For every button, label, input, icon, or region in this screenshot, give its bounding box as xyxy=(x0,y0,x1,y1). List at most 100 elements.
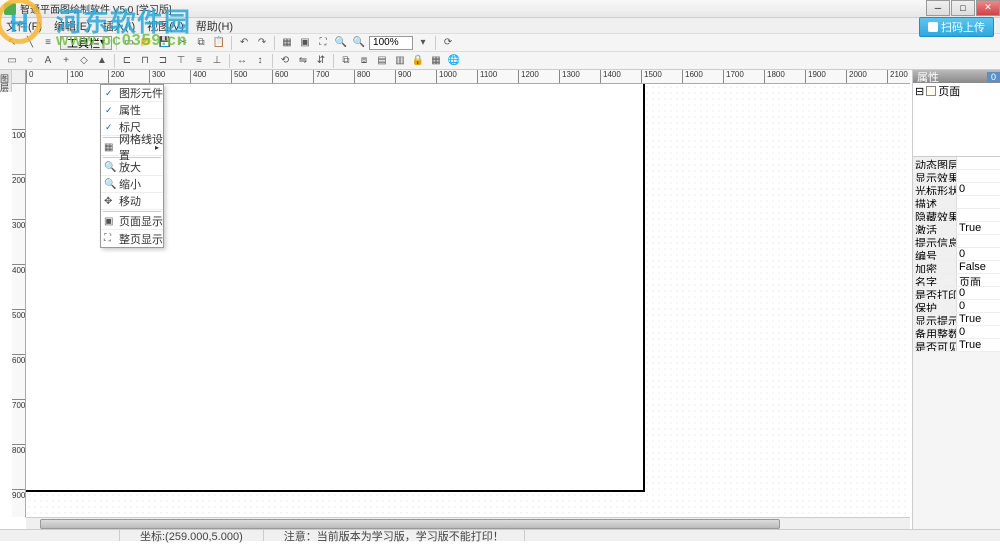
tool-zoomout-icon[interactable]: 🔍 xyxy=(333,35,349,51)
tool-full-icon[interactable]: ⛶ xyxy=(315,35,331,51)
tool-ungroup-icon[interactable]: ⧈ xyxy=(356,53,372,69)
prop-value[interactable]: 0 xyxy=(957,300,1000,312)
tool-rotate-icon[interactable]: ⟲ xyxy=(277,53,293,69)
prop-row[interactable]: 动态图层 xyxy=(913,157,1000,170)
tool-align-c-icon[interactable]: ⊓ xyxy=(137,53,153,69)
prop-row[interactable]: 保护0 xyxy=(913,300,1000,313)
tool-grid-icon[interactable]: ▦ xyxy=(279,35,295,51)
tool-align-l-icon[interactable]: ⊏ xyxy=(119,53,135,69)
menu-item-move[interactable]: ✥移动 xyxy=(101,193,163,210)
tool-circle-icon[interactable]: ○ xyxy=(22,53,38,69)
prop-row[interactable]: 光标形状0 xyxy=(913,183,1000,196)
property-grid[interactable]: 动态图层显示效果光标形状0描述隐藏效果激活True提示信息编号0加密False名… xyxy=(913,157,1000,352)
prop-value[interactable]: False xyxy=(957,261,1000,273)
prop-name: 描述 xyxy=(913,196,957,208)
prop-row[interactable]: 名字页面 xyxy=(913,274,1000,287)
menu-item-grid[interactable]: ▦网格线设置▸ xyxy=(101,139,163,156)
tool-text-icon[interactable]: A xyxy=(40,53,56,69)
tree-expand-icon[interactable]: ⊟ xyxy=(915,85,924,98)
left-tab[interactable]: 图层 xyxy=(0,70,12,92)
tool-cut-icon[interactable]: ✂ xyxy=(175,35,191,51)
tool-rect-icon[interactable]: ▭ xyxy=(4,53,20,69)
prop-value[interactable] xyxy=(957,235,1000,247)
tool-front-icon[interactable]: ▤ xyxy=(374,53,390,69)
tool-pointer-icon[interactable]: ↖ xyxy=(4,35,20,51)
tool-lock-icon[interactable]: 🔒 xyxy=(410,53,426,69)
prop-value[interactable]: 页面 xyxy=(957,274,1000,286)
tool-back-icon[interactable]: ▥ xyxy=(392,53,408,69)
menu-view[interactable]: 视图(V) xyxy=(147,18,184,34)
tool-refresh-icon[interactable]: ⟳ xyxy=(440,35,456,51)
tool-flip-h-icon[interactable]: ⇋ xyxy=(295,53,311,69)
tool-plus-icon[interactable]: + xyxy=(58,53,74,69)
prop-row[interactable]: 备用整数0 xyxy=(913,326,1000,339)
tool-new-icon[interactable]: ▭ xyxy=(121,35,137,51)
prop-row[interactable]: 是否打印0 xyxy=(913,287,1000,300)
menu-help[interactable]: 帮助(H) xyxy=(196,18,233,34)
prop-row[interactable]: 显示提示True xyxy=(913,313,1000,326)
tool-dist-h-icon[interactable]: ↔ xyxy=(234,53,250,69)
toolbar-label-button[interactable]: 工具栏 ▾ xyxy=(60,36,112,50)
menu-item-props[interactable]: ✓属性 xyxy=(101,102,163,119)
prop-row[interactable]: 显示效果 xyxy=(913,170,1000,183)
menu-insert[interactable]: 插入(I) xyxy=(103,18,135,34)
tool-align-r-icon[interactable]: ⊐ xyxy=(155,53,171,69)
menu-file[interactable]: 文件(F) xyxy=(6,18,42,34)
close-button[interactable]: ✕ xyxy=(976,0,1000,16)
prop-value[interactable]: 0 xyxy=(957,326,1000,338)
prop-value[interactable] xyxy=(957,157,1000,169)
upload-button[interactable]: 扫码上传 xyxy=(919,17,994,37)
prop-row[interactable]: 隐藏效果 xyxy=(913,209,1000,222)
prop-row[interactable]: 描述 xyxy=(913,196,1000,209)
prop-row[interactable]: 激活True xyxy=(913,222,1000,235)
zoom-dropdown-icon[interactable]: ▾ xyxy=(415,35,431,51)
menu-item-zoomin[interactable]: 🔍放大 xyxy=(101,159,163,176)
menu-item-fullpage[interactable]: ⛶整页显示 xyxy=(101,230,163,247)
tool-align-t-icon[interactable]: ⊤ xyxy=(173,53,189,69)
tool-flip-v-icon[interactable]: ⇵ xyxy=(313,53,329,69)
prop-value[interactable]: 0 xyxy=(957,287,1000,299)
tree-root-item[interactable]: ⊟ 页面 xyxy=(915,85,998,97)
tool-paste-icon[interactable]: 📋 xyxy=(211,35,227,51)
tree-area[interactable]: ⊟ 页面 xyxy=(913,83,1000,157)
tool-arrow-icon[interactable]: ▲ xyxy=(94,53,110,69)
tool-undo-icon[interactable]: ↶ xyxy=(236,35,252,51)
prop-value[interactable]: 0 xyxy=(957,183,1000,195)
prop-row[interactable]: 是否可见True xyxy=(913,339,1000,352)
tool-align-m-icon[interactable]: ≡ xyxy=(191,53,207,69)
tool-save-icon[interactable]: 💾 xyxy=(157,35,173,51)
prop-row[interactable]: 加密False xyxy=(913,261,1000,274)
prop-value[interactable] xyxy=(957,170,1000,182)
tool-align-b-icon[interactable]: ⊥ xyxy=(209,53,225,69)
tool-globe-icon[interactable]: 🌐 xyxy=(446,53,462,69)
menu-item-elements[interactable]: ✓图形元件 xyxy=(101,85,163,102)
prop-value[interactable] xyxy=(957,209,1000,221)
tool-redo-icon[interactable]: ↷ xyxy=(254,35,270,51)
menu-edit[interactable]: 编辑(E) xyxy=(54,18,91,34)
tool-open-icon[interactable]: 📂 xyxy=(139,35,155,51)
tool-group-icon[interactable]: ⧉ xyxy=(338,53,354,69)
menu-item-zoomout[interactable]: 🔍缩小 xyxy=(101,176,163,193)
maximize-button[interactable]: □ xyxy=(951,0,975,16)
ruler-tick: 700 xyxy=(313,70,329,84)
tool-page-icon[interactable]: ▣ xyxy=(297,35,313,51)
tool-zoomin-icon[interactable]: 🔍 xyxy=(351,35,367,51)
tool-dist-v-icon[interactable]: ↕ xyxy=(252,53,268,69)
prop-value[interactable]: True xyxy=(957,313,1000,325)
prop-value[interactable]: True xyxy=(957,339,1000,351)
minimize-button[interactable]: ─ xyxy=(926,0,950,16)
tool-list-icon[interactable]: ≡ xyxy=(40,35,56,51)
prop-row[interactable]: 提示信息 xyxy=(913,235,1000,248)
prop-value[interactable]: 0 xyxy=(957,248,1000,260)
tool-shapes-icon[interactable]: ◇ xyxy=(76,53,92,69)
tool-copy-icon[interactable]: ⧉ xyxy=(193,35,209,51)
zoom-input[interactable]: 100% xyxy=(369,36,413,50)
tool-layer-icon[interactable]: ▦ xyxy=(428,53,444,69)
menu-item-pageview[interactable]: ▣页面显示 xyxy=(101,213,163,230)
upload-label: 扫码上传 xyxy=(941,19,985,35)
ruler-tick: 1200 xyxy=(518,70,539,84)
prop-row[interactable]: 编号0 xyxy=(913,248,1000,261)
tool-line-icon[interactable]: ╲ xyxy=(22,35,38,51)
prop-value[interactable] xyxy=(957,196,1000,208)
prop-value[interactable]: True xyxy=(957,222,1000,234)
